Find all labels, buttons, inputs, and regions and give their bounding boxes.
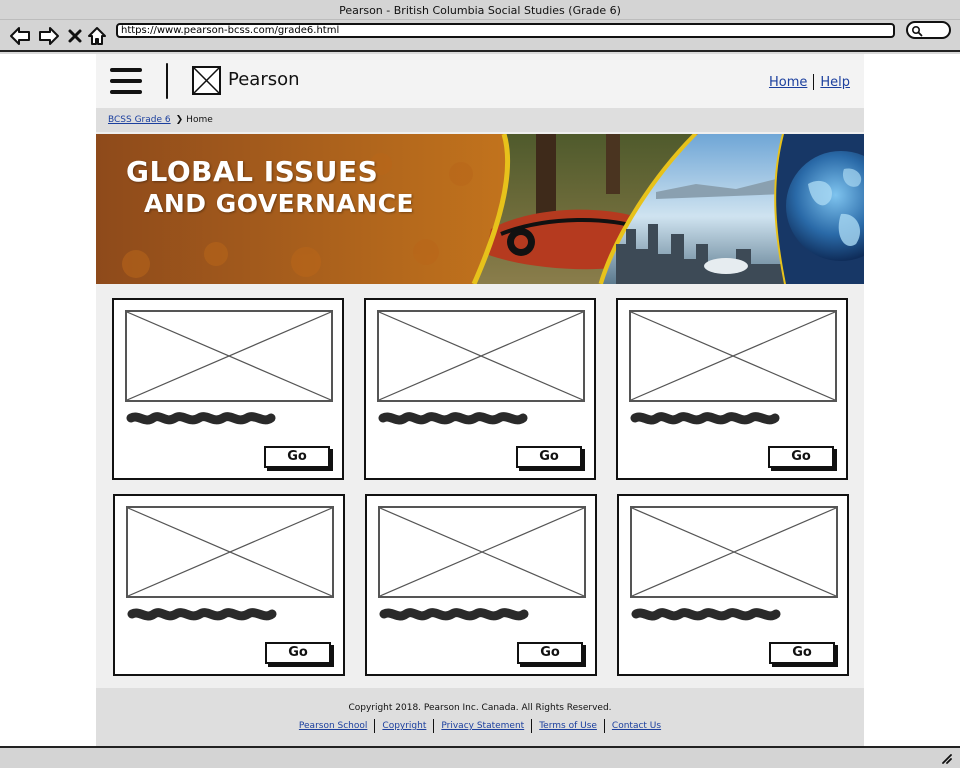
back-button[interactable] bbox=[9, 25, 31, 47]
browser-titlebar: Pearson - British Columbia Social Studie… bbox=[0, 0, 960, 20]
stop-button[interactable] bbox=[64, 25, 86, 47]
footer-link-pearson-school[interactable]: Pearson School bbox=[299, 721, 368, 731]
card-title-scribble bbox=[126, 412, 276, 425]
footer-separator bbox=[374, 719, 376, 733]
go-button[interactable]: Go bbox=[264, 446, 330, 468]
nav-help-link[interactable]: Help bbox=[820, 75, 850, 90]
hamburger-icon bbox=[110, 79, 142, 83]
image-placeholder-icon bbox=[632, 508, 836, 596]
site-footer: Copyright 2018. Pearson Inc. Canada. All… bbox=[96, 688, 864, 746]
page-viewport: Pearson Home Help BCSS Grade 6 ❯ Home GL… bbox=[0, 54, 960, 746]
home-button[interactable] bbox=[86, 25, 108, 47]
banner-title: GLOBAL ISSUES AND GOVERNANCE bbox=[126, 156, 414, 220]
image-placeholder-icon bbox=[631, 312, 835, 400]
footer-links: Pearson School Copyright Privacy Stateme… bbox=[96, 719, 864, 733]
go-button[interactable]: Go bbox=[517, 642, 583, 664]
hamburger-icon bbox=[110, 90, 142, 94]
close-icon bbox=[68, 29, 82, 43]
hero-banner: GLOBAL ISSUES AND GOVERNANCE bbox=[96, 134, 864, 284]
chevron-right-icon: ❯ bbox=[175, 115, 184, 125]
card-image-placeholder bbox=[126, 506, 334, 598]
menu-button[interactable] bbox=[110, 66, 144, 96]
copyright-text: Copyright 2018. Pearson Inc. Canada. All… bbox=[348, 703, 612, 713]
content-card: Go bbox=[617, 494, 849, 676]
content-card: Go bbox=[364, 298, 596, 480]
card-image-placeholder bbox=[378, 506, 586, 598]
go-button[interactable]: Go bbox=[768, 446, 834, 468]
footer-separator bbox=[531, 719, 533, 733]
logo-text: Pearson bbox=[228, 69, 300, 90]
go-button[interactable]: Go bbox=[516, 446, 582, 468]
image-placeholder-icon bbox=[193, 67, 220, 94]
hamburger-icon bbox=[110, 68, 142, 72]
footer-link-contact[interactable]: Contact Us bbox=[612, 721, 661, 731]
browser-search-field[interactable] bbox=[906, 21, 951, 39]
page-container: Pearson Home Help BCSS Grade 6 ❯ Home GL… bbox=[96, 54, 864, 746]
card-title-scribble bbox=[127, 608, 277, 621]
card-title-scribble bbox=[631, 608, 781, 621]
footer-link-terms[interactable]: Terms of Use bbox=[539, 721, 597, 731]
breadcrumb: BCSS Grade 6 ❯ Home bbox=[96, 108, 864, 132]
go-button[interactable]: Go bbox=[265, 642, 331, 664]
url-input[interactable]: https://www.pearson-bcss.com/grade6.html bbox=[116, 23, 895, 38]
card-image-placeholder bbox=[630, 506, 838, 598]
image-placeholder-icon bbox=[379, 312, 583, 400]
content-card: Go bbox=[365, 494, 597, 676]
nav-separator bbox=[813, 74, 815, 90]
top-nav: Home Help bbox=[769, 74, 850, 90]
footer-separator bbox=[433, 719, 435, 733]
nav-home-link[interactable]: Home bbox=[769, 75, 807, 90]
content-card: Go bbox=[616, 298, 848, 480]
browser-window-title: Pearson - British Columbia Social Studie… bbox=[339, 4, 621, 17]
footer-separator bbox=[603, 719, 605, 733]
content-card: Go bbox=[112, 298, 344, 480]
card-title-scribble bbox=[630, 412, 780, 425]
banner-title-line1: GLOBAL ISSUES bbox=[126, 155, 379, 188]
image-placeholder-icon bbox=[127, 312, 331, 400]
banner-title-line2: AND GOVERNANCE bbox=[144, 189, 415, 218]
card-title-scribble bbox=[378, 412, 528, 425]
search-icon bbox=[911, 25, 923, 37]
site-header: Pearson Home Help bbox=[96, 54, 864, 108]
arrow-right-icon bbox=[39, 27, 59, 45]
breadcrumb-link-grade6[interactable]: BCSS Grade 6 bbox=[108, 115, 171, 125]
header-divider bbox=[166, 63, 168, 99]
card-image-placeholder bbox=[377, 310, 585, 402]
content-card: Go bbox=[113, 494, 345, 676]
go-button[interactable]: Go bbox=[769, 642, 835, 664]
card-image-placeholder bbox=[629, 310, 837, 402]
browser-status-bar bbox=[0, 746, 960, 768]
forward-button[interactable] bbox=[38, 25, 60, 47]
footer-link-copyright[interactable]: Copyright bbox=[382, 721, 426, 731]
arrow-left-icon bbox=[10, 27, 30, 45]
resize-grip-icon[interactable] bbox=[940, 752, 952, 764]
card-title-scribble bbox=[379, 608, 529, 621]
card-image-placeholder bbox=[125, 310, 333, 402]
image-placeholder-icon bbox=[380, 508, 584, 596]
logo[interactable] bbox=[192, 66, 221, 95]
breadcrumb-current: Home bbox=[186, 115, 213, 125]
image-placeholder-icon bbox=[128, 508, 332, 596]
browser-toolbar: https://www.pearson-bcss.com/grade6.html bbox=[0, 20, 960, 52]
footer-link-privacy[interactable]: Privacy Statement bbox=[441, 721, 524, 731]
home-icon bbox=[88, 27, 106, 45]
